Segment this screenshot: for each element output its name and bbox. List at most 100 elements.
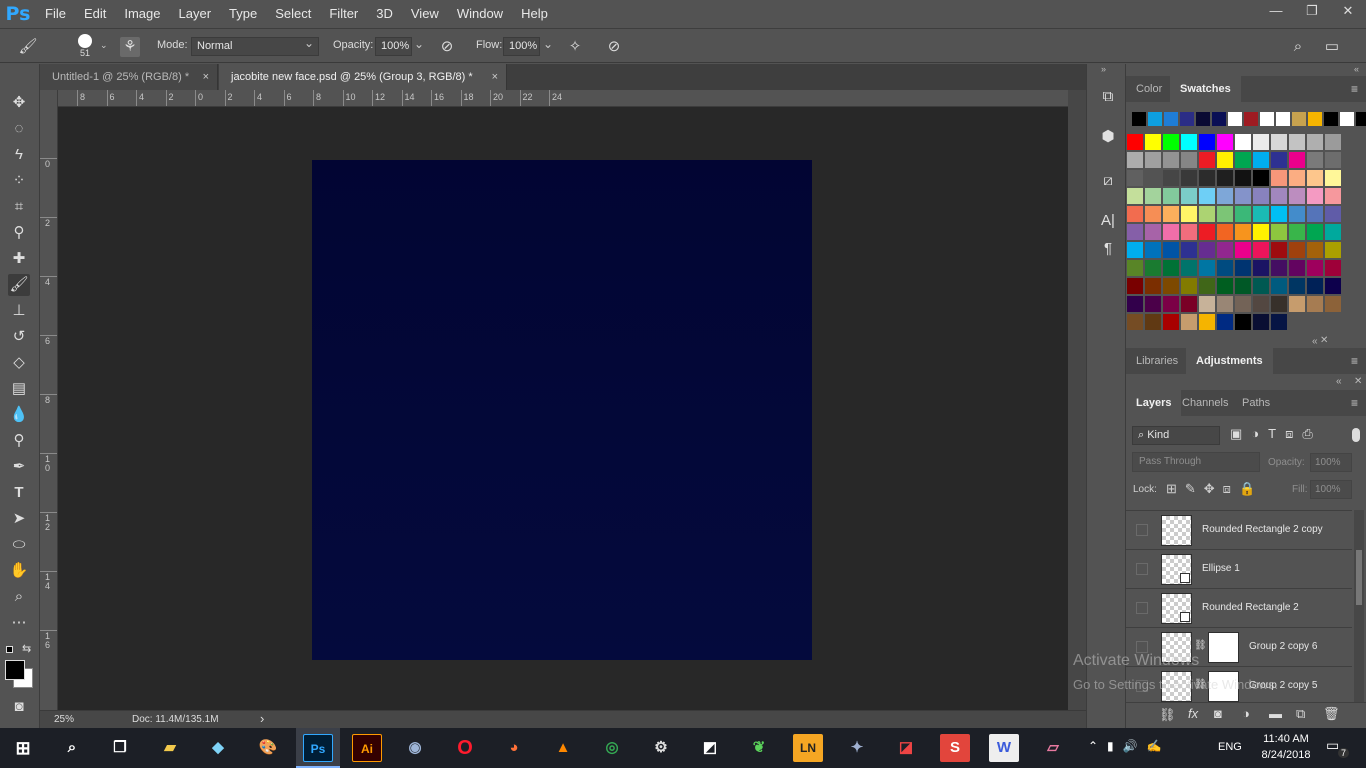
- layer-filter-select[interactable]: ⌕ Kind: [1132, 426, 1220, 445]
- color-swatch[interactable]: [1217, 260, 1233, 276]
- foreground-color-swatch[interactable]: [5, 660, 25, 680]
- color-swatch[interactable]: [1271, 170, 1287, 186]
- sticky-notes-icon[interactable]: ◩: [695, 734, 725, 762]
- recent-swatch[interactable]: [1196, 112, 1210, 126]
- color-swatch[interactable]: [1235, 170, 1251, 186]
- color-swatch[interactable]: [1199, 314, 1215, 330]
- color-swatch[interactable]: [1217, 278, 1233, 294]
- color-swatch[interactable]: [1271, 152, 1287, 168]
- pressure-size-icon[interactable]: ⊘: [604, 37, 624, 57]
- color-swatch[interactable]: [1217, 188, 1233, 204]
- app-green-icon[interactable]: ❦: [744, 734, 774, 762]
- mask-icon[interactable]: ◙: [1214, 706, 1222, 721]
- color-swatch[interactable]: [1181, 188, 1197, 204]
- color-swatch[interactable]: [1181, 152, 1197, 168]
- app-s-icon[interactable]: S: [940, 734, 970, 762]
- recent-swatch[interactable]: [1180, 112, 1194, 126]
- color-swatch[interactable]: [1181, 314, 1197, 330]
- menu-3d[interactable]: 3D: [367, 0, 402, 28]
- tab-jacobite-new-face[interactable]: jacobite new face.psd @ 25% (Group 3, RG…: [219, 64, 507, 90]
- minimize-button[interactable]: —: [1258, 0, 1294, 22]
- quick-mask-icon[interactable]: ◙: [8, 696, 30, 718]
- pressure-opacity-icon[interactable]: ⊘: [437, 37, 457, 57]
- filter-toggle[interactable]: [1352, 428, 1360, 442]
- pen-tool-icon[interactable]: ✒: [8, 456, 30, 478]
- menu-image[interactable]: Image: [115, 0, 169, 28]
- layer-opacity-input[interactable]: 100%: [1310, 453, 1352, 472]
- flow-input[interactable]: 100%: [503, 37, 540, 56]
- layer-row[interactable]: Rounded Rectangle 2 copy: [1126, 511, 1352, 550]
- menu-view[interactable]: View: [402, 0, 448, 28]
- color-swatch[interactable]: [1127, 170, 1143, 186]
- color-swatch[interactable]: [1235, 278, 1251, 294]
- color-swatch[interactable]: [1145, 170, 1161, 186]
- color-swatch[interactable]: [1235, 134, 1251, 150]
- color-swatch[interactable]: [1271, 206, 1287, 222]
- recent-swatch[interactable]: [1164, 112, 1178, 126]
- color-swatch[interactable]: [1145, 188, 1161, 204]
- color-swatch[interactable]: [1307, 260, 1323, 276]
- lasso-tool-icon[interactable]: ϟ: [8, 144, 30, 166]
- close-icon[interactable]: ×: [492, 64, 498, 90]
- new-layer-icon[interactable]: ⧉: [1296, 706, 1305, 722]
- color-swatch[interactable]: [1163, 224, 1179, 240]
- menu-file[interactable]: File: [36, 0, 75, 28]
- color-swatch[interactable]: [1307, 224, 1323, 240]
- color-swatch[interactable]: [1235, 296, 1251, 312]
- adjustment-icon[interactable]: ◑: [1242, 706, 1250, 721]
- dodge-tool-icon[interactable]: ⚲: [8, 430, 30, 452]
- color-swatch[interactable]: [1271, 260, 1287, 276]
- folder-icon[interactable]: ▬: [1269, 706, 1282, 721]
- color-swatch[interactable]: [1235, 242, 1251, 258]
- recent-swatch[interactable]: [1308, 112, 1322, 126]
- zoom-level[interactable]: 25%: [54, 714, 74, 725]
- color-swatch[interactable]: [1163, 260, 1179, 276]
- color-swatch[interactable]: [1307, 278, 1323, 294]
- layer-mask-thumbnail[interactable]: [1208, 632, 1239, 663]
- menu-type[interactable]: Type: [220, 0, 266, 28]
- close-icon[interactable]: ✕: [1354, 376, 1362, 387]
- illustrator-taskbar-icon[interactable]: Ai: [352, 734, 382, 762]
- color-swatch[interactable]: [1253, 188, 1269, 204]
- color-swatch[interactable]: [1289, 152, 1305, 168]
- hand-tool-icon[interactable]: ✋: [8, 560, 30, 582]
- color-swatch[interactable]: [1127, 260, 1143, 276]
- tab-paths[interactable]: Paths: [1232, 390, 1280, 416]
- chrome-icon[interactable]: ◎: [597, 734, 627, 762]
- color-swatch[interactable]: [1235, 206, 1251, 222]
- color-swatch[interactable]: [1271, 242, 1287, 258]
- color-swatch[interactable]: [1289, 242, 1305, 258]
- color-swatch[interactable]: [1307, 242, 1323, 258]
- color-swatch[interactable]: [1253, 206, 1269, 222]
- recent-swatch[interactable]: [1244, 112, 1258, 126]
- menu-help[interactable]: Help: [512, 0, 557, 28]
- color-swatch[interactable]: [1163, 170, 1179, 186]
- color-swatch[interactable]: [1235, 224, 1251, 240]
- color-swatch[interactable]: [1127, 314, 1143, 330]
- menu-filter[interactable]: Filter: [320, 0, 367, 28]
- clock-time[interactable]: 11:40 AM: [1256, 733, 1316, 745]
- document-canvas[interactable]: [312, 160, 812, 660]
- tab-adjustments[interactable]: Adjustments: [1186, 348, 1273, 374]
- search-icon[interactable]: ⌕: [1288, 37, 1308, 57]
- color-swatch[interactable]: [1253, 242, 1269, 258]
- color-swatch[interactable]: [1199, 260, 1215, 276]
- color-swatch[interactable]: [1181, 134, 1197, 150]
- color-swatch[interactable]: [1217, 242, 1233, 258]
- color-swatch[interactable]: [1163, 188, 1179, 204]
- color-swatch[interactable]: [1163, 134, 1179, 150]
- history-panel-icon[interactable]: ⧉: [1097, 86, 1119, 108]
- visibility-toggle[interactable]: [1136, 524, 1148, 536]
- zoom-tool-icon[interactable]: ⌕: [8, 586, 30, 608]
- default-colors-icon[interactable]: [6, 646, 16, 656]
- color-swatch[interactable]: [1217, 296, 1233, 312]
- color-swatch[interactable]: [1235, 152, 1251, 168]
- fx-icon[interactable]: fx: [1188, 706, 1198, 721]
- vertical-scrollbar[interactable]: [1068, 90, 1086, 710]
- color-swatch[interactable]: [1145, 134, 1161, 150]
- color-swatch[interactable]: [1127, 152, 1143, 168]
- color-swatch[interactable]: [1217, 206, 1233, 222]
- color-swatch[interactable]: [1145, 314, 1161, 330]
- eyedropper-tool-icon[interactable]: ⚲: [8, 222, 30, 244]
- paragraph-panel-icon[interactable]: ¶: [1097, 238, 1119, 260]
